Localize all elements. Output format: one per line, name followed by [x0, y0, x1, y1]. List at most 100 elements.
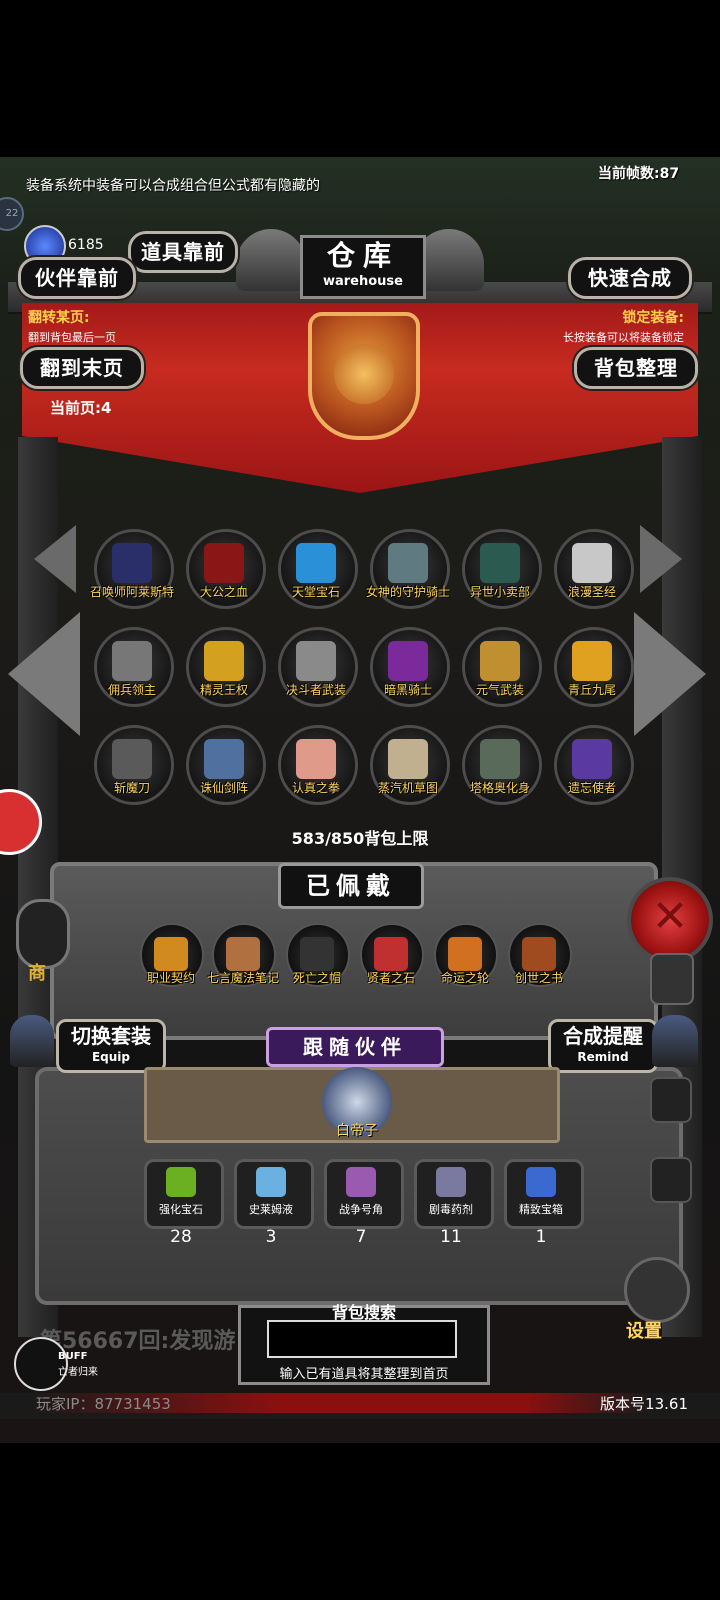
grid-item[interactable]: 天堂宝石 — [276, 529, 358, 611]
equipped-item[interactable]: 命运之轮 — [430, 923, 500, 999]
item-label: 青丘九尾 — [567, 683, 616, 697]
item-icon — [388, 543, 428, 583]
warehouse-title: 仓库 warehouse — [300, 235, 426, 299]
consumable-slot[interactable]: 史莱姆液 3 — [234, 1159, 314, 1249]
consumable-slot[interactable]: 精致宝箱 1 — [504, 1159, 584, 1249]
grid-item[interactable]: 决斗者武装 — [276, 627, 358, 709]
helmet-left-icon — [236, 229, 306, 291]
grid-item[interactable]: 蒸汽机草图 — [368, 725, 450, 807]
equipped-icon — [374, 937, 408, 971]
equipped-item[interactable]: 七言魔法笔记 — [207, 923, 279, 999]
combine-remind-button[interactable]: 合成提醒 Remind — [548, 1019, 658, 1073]
helmet-equip-icon — [10, 1015, 54, 1067]
item-label: 遗忘使者 — [567, 781, 616, 795]
equipped-icon — [448, 937, 482, 971]
equipped-item[interactable]: 职业契约 — [136, 923, 206, 999]
grid-item[interactable]: 元气武装 — [460, 627, 542, 709]
consumable-label: 战争号角 — [339, 1203, 383, 1216]
grid-item[interactable]: 诛仙剑阵 — [184, 725, 266, 807]
settings-label: 设置 — [626, 1321, 662, 1342]
grid-item[interactable]: 异世小卖部 — [460, 529, 542, 611]
search-input[interactable] — [267, 1320, 457, 1358]
consumable-count: 3 — [265, 1227, 277, 1247]
consumable-slot[interactable]: 强化宝石 28 — [144, 1159, 224, 1249]
item-icon — [112, 641, 152, 681]
next-page-small-arrow-icon[interactable] — [640, 525, 682, 593]
item-label: 精灵王权 — [199, 683, 248, 697]
page-jump-desc: 翻到背包最后一页 — [28, 331, 116, 344]
close-button[interactable]: ✕ — [627, 877, 713, 963]
item-label: 蒸汽机草图 — [377, 781, 438, 795]
goto-last-page-button[interactable]: 翻到末页 — [20, 347, 144, 389]
item-label: 异世小卖部 — [469, 585, 530, 599]
item-icon — [480, 739, 520, 779]
item-icon — [388, 641, 428, 681]
quick-combine-button[interactable]: 快速合成 — [568, 257, 692, 299]
consumable-label: 史莱姆液 — [249, 1203, 293, 1216]
dice-icon[interactable] — [650, 953, 694, 1005]
consumable-label: 精致宝箱 — [519, 1203, 563, 1216]
switch-set-button[interactable]: 切换套装 Equip — [56, 1019, 166, 1073]
item-icon — [204, 739, 244, 779]
consumable-icon — [346, 1167, 376, 1197]
grid-item[interactable]: 遗忘使者 — [552, 725, 634, 807]
partner-front-button[interactable]: 伙伴靠前 — [18, 257, 136, 299]
grid-item[interactable]: 斩魔刀 — [92, 725, 174, 807]
grid-item[interactable]: 塔格奥化身 — [460, 725, 542, 807]
consumable-icon — [256, 1167, 286, 1197]
equipped-item[interactable]: 创世之书 — [504, 923, 574, 999]
grid-item[interactable]: 佣兵领主 — [92, 627, 174, 709]
item-icon — [480, 641, 520, 681]
item-icon — [112, 543, 152, 583]
item-label: 浪漫圣经 — [567, 585, 616, 599]
buff-label: BUFF — [58, 1351, 88, 1362]
items-front-button[interactable]: 道具靠前 — [128, 231, 238, 273]
prev-page-small-arrow-icon[interactable] — [34, 525, 76, 593]
consumable-label: 强化宝石 — [159, 1203, 203, 1216]
shop-label: 商 — [28, 963, 46, 984]
side-button-2[interactable] — [650, 1157, 692, 1203]
equipped-icon — [300, 937, 334, 971]
lock-desc: 长按装备可以将装备锁定 — [563, 331, 684, 344]
grid-item[interactable]: 女神的守护骑士 — [366, 529, 450, 611]
grid-item[interactable]: 青丘九尾 — [552, 627, 634, 709]
item-icon — [112, 739, 152, 779]
equipped-icon — [522, 937, 556, 971]
item-icon — [204, 543, 244, 583]
level-badge[interactable]: 22 — [0, 197, 24, 231]
follow-partner-title: 跟随伙伴 — [266, 1027, 444, 1067]
item-label: 女神的守护骑士 — [365, 585, 450, 599]
equipped-title: 已佩戴 — [278, 863, 424, 909]
equipped-item[interactable]: 贤者之石 — [356, 923, 426, 999]
consumable-count: 28 — [170, 1227, 192, 1247]
prev-page-arrow-icon[interactable] — [8, 612, 80, 736]
fps-counter: 当前帧数:87 — [598, 166, 680, 182]
item-label: 元气武装 — [475, 683, 524, 697]
equipped-item[interactable]: 死亡之帽 — [282, 923, 352, 999]
equipped-icon — [226, 937, 260, 971]
consumable-icon — [166, 1167, 196, 1197]
item-label: 认真之拳 — [291, 781, 340, 795]
grid-item[interactable]: 精灵王权 — [184, 627, 266, 709]
tip-text: 装备系统中装备可以合成组合但公式都有隐藏的 — [26, 178, 320, 194]
grid-item[interactable]: 认真之拳 — [276, 725, 358, 807]
equipped-icon — [154, 937, 188, 971]
consumable-slot[interactable]: 剧毒药剂 11 — [414, 1159, 494, 1249]
grid-item[interactable]: 大公之血 — [184, 529, 266, 611]
item-label: 天堂宝石 — [291, 585, 340, 599]
grid-item[interactable]: 浪漫圣经 — [552, 529, 634, 611]
bag-sort-button[interactable]: 背包整理 — [574, 347, 698, 389]
item-label: 诛仙剑阵 — [199, 781, 248, 795]
side-button-1[interactable] — [650, 1077, 692, 1123]
next-page-arrow-icon[interactable] — [634, 612, 706, 736]
consumable-slot[interactable]: 战争号角 7 — [324, 1159, 404, 1249]
item-icon — [572, 739, 612, 779]
settings-gear-icon[interactable] — [624, 1257, 690, 1323]
item-icon — [572, 641, 612, 681]
partner-name: 白帝子 — [336, 1123, 378, 1139]
page-jump-title: 翻转某页: — [28, 310, 90, 326]
current-page: 当前页:4 — [50, 399, 112, 417]
grid-item[interactable]: 暗黑骑士 — [368, 627, 450, 709]
lion-shield-icon — [308, 312, 420, 440]
grid-item[interactable]: 召唤师阿莱斯特 — [90, 529, 174, 611]
